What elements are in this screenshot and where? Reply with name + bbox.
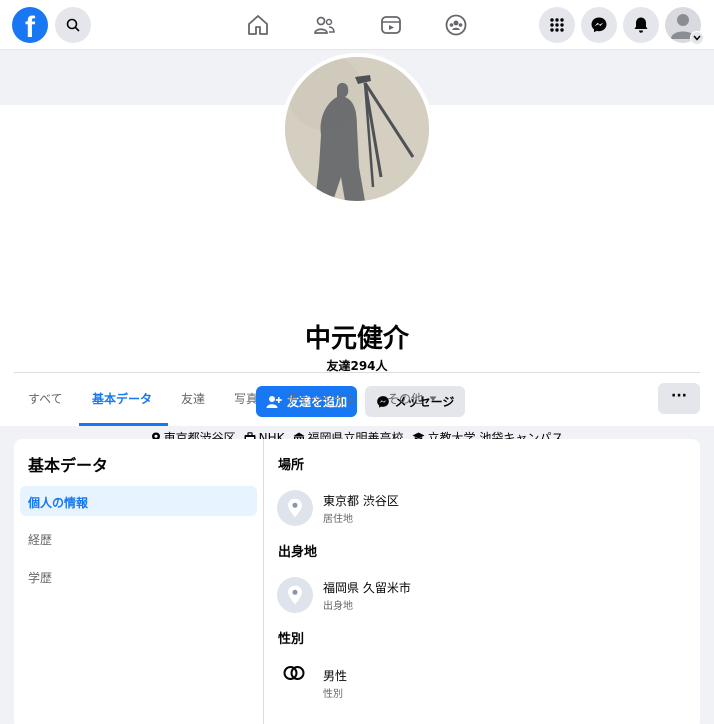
tabs-divider [14, 372, 700, 373]
location-pin-icon [288, 585, 302, 605]
profile-name: 中元健介 [304, 324, 409, 354]
top-navigation-bar: f [0, 0, 714, 50]
tab-friends[interactable]: 友達 [181, 390, 205, 407]
photo-shadow-silhouette [285, 57, 429, 201]
search-icon [66, 18, 80, 32]
friends-icon [314, 16, 335, 34]
menu-grid-icon [550, 18, 564, 32]
location-value[interactable]: 東京都 渋谷区 [323, 492, 399, 509]
menu-button[interactable] [539, 7, 575, 43]
hometown-entry-icon [277, 577, 313, 613]
account-button[interactable] [665, 7, 704, 45]
gender-icon [283, 666, 305, 680]
notifications-button[interactable] [623, 7, 659, 43]
profile-picture[interactable] [281, 53, 433, 205]
hometown-sub: 出身地 [323, 601, 353, 612]
add-friend-icon [266, 395, 282, 408]
section-heading-location: 場所 [278, 458, 305, 473]
groups-icon [445, 14, 467, 36]
gender-value: 男性 [323, 669, 348, 683]
location-entry-icon [277, 490, 313, 526]
location-pin-icon [288, 498, 302, 518]
about-card: 基本データ 個人の情報 経歴 学歴 場所 東京都 渋谷区 居住地 出身地 福岡県… [14, 439, 700, 724]
about-nav-career[interactable]: 経歴 [20, 523, 257, 553]
about-nav-personal-info[interactable]: 個人の情報 [20, 486, 257, 516]
profile-header: 中元健介 友達294人 友達を追加 メッセージ 東京都渋谷区 NHK 福岡県立明… [0, 53, 714, 445]
home-icon [248, 15, 268, 35]
caret-down-icon [429, 396, 437, 401]
tab-photos[interactable]: 写真 [234, 390, 258, 407]
watch-icon [381, 16, 401, 34]
section-heading-hometown: 出身地 [278, 545, 318, 560]
about-sidebar: 基本データ 個人の情報 経歴 学歴 [14, 439, 264, 724]
about-nav-education[interactable]: 学歴 [20, 561, 257, 591]
nav-friends[interactable] [310, 11, 338, 39]
hometown-value[interactable]: 福岡県 久留米市 [323, 579, 411, 596]
tab-all[interactable]: すべて [28, 390, 63, 407]
location-sub: 居住地 [323, 514, 353, 525]
tab-checkins[interactable]: チェックイン [286, 390, 358, 407]
nav-watch[interactable] [377, 11, 405, 39]
gender-entry-icon [282, 665, 308, 685]
nav-home[interactable] [244, 11, 272, 39]
search-button[interactable] [55, 7, 91, 43]
messenger-button[interactable] [581, 7, 617, 43]
tab-about[interactable]: 基本データ [92, 390, 152, 407]
account-menu-chevron[interactable] [690, 31, 704, 45]
tab-more[interactable]: その他 [387, 390, 437, 407]
active-tab-indicator [79, 423, 168, 426]
about-title: 基本データ [28, 456, 109, 475]
facebook-logo[interactable]: f [12, 7, 48, 43]
tab-more-label: その他 [387, 392, 424, 406]
bell-icon [634, 17, 648, 33]
more-options-button[interactable]: ··· [658, 383, 700, 414]
chevron-down-icon [693, 35, 701, 41]
section-heading-gender: 性別 [278, 632, 305, 647]
gender-sub: 性別 [323, 689, 343, 700]
nav-groups[interactable] [442, 11, 470, 39]
messenger-icon [591, 17, 607, 33]
